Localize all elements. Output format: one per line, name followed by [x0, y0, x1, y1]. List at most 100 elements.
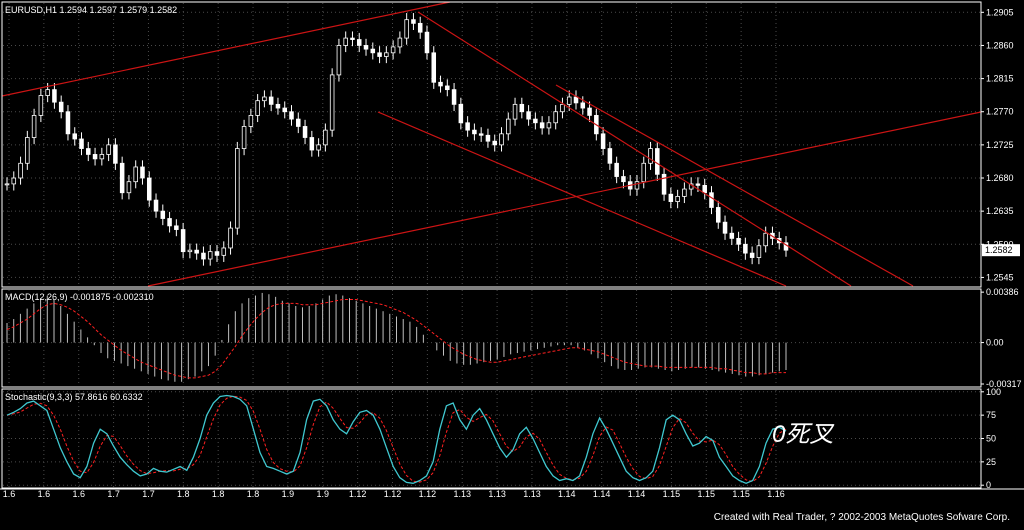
- candle: [119, 156, 125, 200]
- candle-body: [370, 48, 376, 54]
- candle-body: [404, 19, 409, 39]
- candle-body: [363, 45, 369, 50]
- candle-body: [268, 96, 274, 105]
- candle: [302, 119, 308, 145]
- candle-body: [465, 122, 470, 131]
- candle-body: [472, 129, 477, 135]
- candle: [289, 105, 294, 126]
- chart-window: 1.6 1.6 1.6 1.7 1.7 1.8 1.8 1.8 1.9 1.9 1.12 1.12 1.…: [0, 0, 1024, 525]
- x-tick-label: 1.9: [317, 489, 330, 499]
- candle: [377, 46, 382, 64]
- candle: [363, 38, 369, 56]
- candle: [539, 116, 545, 135]
- candle: [235, 141, 240, 235]
- candle: [397, 31, 403, 54]
- candle-body: [424, 31, 430, 54]
- price-tick-label: 1.2635: [986, 206, 1014, 216]
- candle: [519, 97, 525, 119]
- candle: [688, 177, 694, 196]
- candle-body: [106, 144, 111, 155]
- candle: [160, 204, 166, 226]
- candle-body: [323, 129, 328, 146]
- candle-body: [715, 207, 721, 223]
- candle-body: [262, 96, 267, 102]
- candle-body: [201, 252, 206, 260]
- candle-body: [92, 154, 98, 160]
- candle-body: [580, 102, 586, 109]
- candle-body: [329, 74, 335, 131]
- stoch-panel-title: Stochastic(9,3,3) 57.8616 60.6332: [5, 392, 143, 402]
- candle-body: [38, 95, 44, 116]
- candle-body: [45, 89, 50, 96]
- candle-body: [255, 100, 260, 116]
- candle-body: [282, 107, 287, 113]
- candle-body: [296, 118, 301, 127]
- candle-body: [146, 177, 152, 201]
- x-tick-label: 1.7: [107, 489, 120, 499]
- x-tick-label: 1.8: [212, 489, 225, 499]
- candle-body: [600, 133, 606, 149]
- candle: [560, 97, 565, 119]
- macd-tick-label: 0.00386: [986, 287, 1019, 297]
- trend-line: [555, 84, 914, 287]
- candle-body: [86, 148, 91, 155]
- candle: [336, 38, 342, 82]
- x-tick-label: 1.9: [282, 489, 295, 499]
- candle-body: [343, 37, 348, 46]
- candle-body: [438, 81, 443, 87]
- candle: [655, 141, 660, 181]
- candle-body: [11, 177, 17, 185]
- x-tick-label: 1.15: [663, 489, 681, 499]
- candle-body: [492, 140, 497, 146]
- trend-line: [417, 11, 852, 287]
- macd-tick-label: 0.00: [986, 338, 1004, 348]
- candle: [458, 97, 464, 130]
- candle-body: [221, 247, 227, 256]
- candle-body: [214, 251, 220, 256]
- candle: [614, 156, 619, 184]
- candle: [221, 241, 227, 262]
- price-panel-title: EURUSD,H1 1.2594 1.2597 1.2579 1.2582: [5, 5, 177, 15]
- candle: [350, 31, 355, 47]
- candle-body: [65, 111, 71, 135]
- stoch-signal-line: [6, 395, 787, 483]
- x-tick-label: 1.15: [698, 489, 716, 499]
- x-tick-label: 1.8: [247, 489, 260, 499]
- candle: [86, 141, 91, 162]
- candle-body: [316, 144, 321, 151]
- candle: [499, 127, 504, 152]
- candle-body: [417, 22, 423, 33]
- candle-body: [356, 39, 362, 46]
- candle: [282, 101, 287, 119]
- candle: [65, 105, 71, 141]
- candle-body: [756, 245, 762, 258]
- candle-body: [390, 46, 396, 54]
- x-tick-label: 1.15: [732, 489, 750, 499]
- candle-body: [235, 148, 240, 229]
- candle: [296, 112, 301, 134]
- candle-body: [695, 183, 701, 186]
- candle-body: [451, 89, 457, 105]
- candle-body: [167, 218, 172, 227]
- candle-body: [174, 225, 179, 230]
- candle-body: [72, 133, 78, 140]
- candle: [722, 215, 728, 240]
- candle: [411, 13, 416, 30]
- stoch-tick-label: 75: [986, 410, 996, 420]
- x-tick-label: 1.12: [349, 489, 367, 499]
- candle: [38, 88, 44, 123]
- candle-body: [566, 96, 572, 105]
- candle-body: [336, 45, 342, 76]
- candle: [316, 138, 321, 157]
- candle-body: [153, 199, 159, 212]
- candle: [174, 219, 179, 237]
- candle: [194, 243, 199, 260]
- candle-body: [207, 251, 213, 260]
- candle-body: [736, 237, 741, 245]
- stoch-tick-label: 100: [986, 387, 1001, 397]
- candle: [783, 236, 789, 257]
- candle: [248, 108, 254, 134]
- candle-body: [526, 111, 531, 120]
- candle-body: [587, 107, 592, 116]
- candle: [465, 116, 470, 137]
